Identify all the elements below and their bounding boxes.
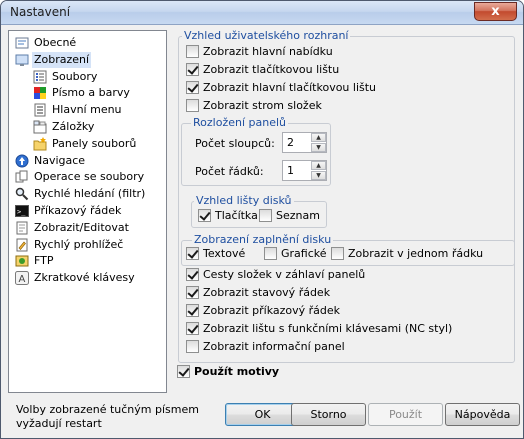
ui-option-checkbox-3-box[interactable]	[186, 99, 199, 112]
tree-item-label: Panely souborů	[52, 136, 137, 150]
settings-icon	[15, 36, 29, 50]
misc-option-checkbox-1-label: Zobrazit stavový řádek	[203, 286, 331, 299]
ftp-icon	[15, 254, 29, 268]
dialog-client-area: Obecné Zobrazení Soubory Písmo a barvy Hlavn…	[1, 26, 523, 438]
display-icon	[15, 53, 29, 67]
ui-option-checkbox-0-box[interactable]	[186, 45, 199, 58]
use-themes-box[interactable]	[177, 365, 190, 378]
disk-usage-checkbox-0-box[interactable]	[186, 247, 199, 260]
tree-item-label: Zkratkové klávesy	[34, 271, 135, 285]
tree-item-label: Záložky	[52, 120, 95, 133]
menu-icon	[33, 103, 47, 117]
columns-down-arrow-icon[interactable]: ▼	[311, 143, 326, 152]
rows-label: Počet řádků:	[195, 165, 264, 178]
colors-icon	[33, 86, 47, 100]
drive-bar-checkbox-0-box[interactable]	[198, 209, 211, 222]
tree-item-label: Písmo a barvy	[52, 86, 130, 100]
ui-option-checkbox-1-box[interactable]	[186, 63, 199, 76]
tree-item-label: Zobrazit/Editovat	[34, 220, 129, 234]
close-button[interactable]: x	[474, 2, 517, 21]
misc-option-checkbox-2-label: Zobrazit příkazový řádek	[203, 304, 341, 317]
columns-up-arrow-icon[interactable]: ▲	[311, 133, 326, 142]
ui-appearance-legend: Vzhled uživatelského rozhraní	[182, 29, 351, 42]
misc-option-checkbox-4-label: Zobrazit informační panel	[203, 340, 345, 353]
disk-usage-checkbox-0-label: Textové	[203, 247, 246, 260]
tree-item-label: FTP	[34, 254, 54, 268]
file-operations-icon	[15, 170, 29, 184]
columns-spinner[interactable]: 2 ▲ ▼	[282, 132, 327, 153]
tabs-icon	[33, 120, 47, 134]
quick-view-icon	[15, 238, 29, 252]
drive-bar-legend: Vzhled lišty disků	[194, 194, 294, 207]
misc-option-checkbox-3-box[interactable]	[186, 322, 199, 335]
svg-text:>_: >_	[17, 208, 26, 216]
drive-bar-checkbox-0-label: Tlačítka	[215, 209, 258, 222]
title-bar: Nastavení x	[1, 1, 523, 25]
disk-usage-checkbox-1-box[interactable]	[264, 247, 277, 260]
misc-option-checkbox-3-label: Zobrazit lištu s funkčními klávesami (NC…	[203, 322, 453, 335]
folder-star-icon	[33, 136, 47, 151]
hotkeys-icon: A	[15, 271, 29, 286]
category-tree[interactable]: Obecné Zobrazení Soubory Písmo a barvy Hlavn…	[8, 30, 167, 393]
rows-down-arrow-icon[interactable]: ▼	[311, 171, 326, 180]
tree-item-label: Rychlý prohlížeč	[34, 237, 124, 251]
tree-item-label: Příkazový řádek	[34, 204, 122, 217]
misc-option-checkbox-2-box[interactable]	[186, 304, 199, 317]
tree-item-label: Zobrazení	[32, 51, 92, 68]
cancel-button[interactable]: Storno	[291, 403, 366, 426]
misc-option-checkbox-4-box[interactable]	[186, 340, 199, 353]
settings-dialog: Nastavení x Obecné Zobrazení Soubory Písmo …	[0, 0, 524, 439]
disk-usage-checkbox-2-box[interactable]	[331, 247, 344, 260]
command-line-icon: >_	[15, 204, 29, 218]
ui-option-checkbox-2-label: Zobrazit hlavní tlačítkovou lištu	[203, 81, 377, 94]
use-themes-label: Použít motivy	[194, 365, 280, 378]
restart-note: Volby zobrazené tučným písmem vyžadují r…	[16, 403, 199, 430]
help-button[interactable]: Nápověda	[445, 403, 520, 426]
ok-button[interactable]: OK	[225, 403, 300, 426]
search-icon	[15, 187, 29, 201]
columns-label: Počet sloupců:	[195, 137, 275, 150]
apply-button[interactable]: Použít	[368, 403, 443, 426]
ui-option-checkbox-3-label: Zobrazit strom složek	[203, 99, 322, 112]
misc-option-checkbox-0-box[interactable]	[186, 268, 199, 281]
window-title: Nastavení	[10, 5, 71, 19]
disk-usage-checkbox-1-label: Grafické	[281, 247, 327, 260]
rows-spinner[interactable]: 1 ▲ ▼	[282, 160, 327, 181]
list-icon	[33, 70, 47, 84]
drive-bar-checkbox-1-box[interactable]	[259, 209, 272, 222]
disk-usage-checkbox-2-label: Zobrazit v jednom řádku	[348, 247, 484, 260]
tree-item-label: Operace se soubory	[34, 170, 145, 184]
panel-layout-legend: Rozložení panelů	[191, 116, 288, 129]
rows-up-arrow-icon[interactable]: ▲	[311, 161, 326, 170]
tree-item-label: Obecné	[34, 36, 77, 49]
disk-usage-legend: Zobrazení zaplnění disku	[192, 233, 334, 246]
columns-value: 2	[287, 136, 294, 149]
ui-option-checkbox-1-label: Zobrazit tlačítkovou lištu	[203, 63, 340, 76]
drive-bar-checkbox-1-label: Seznam	[276, 209, 320, 222]
misc-option-checkbox-1-box[interactable]	[186, 286, 199, 299]
navigation-icon	[15, 154, 29, 168]
tree-item-label: Rychlé hledání (filtr)	[34, 187, 146, 201]
misc-option-checkbox-0-label: Cesty složek v záhlaví panelů	[203, 268, 366, 281]
svg-text:A: A	[19, 274, 26, 285]
tree-item-label: Hlavní menu	[52, 103, 122, 117]
rows-value: 1	[287, 164, 294, 177]
tree-item-label: Soubory	[52, 69, 98, 83]
ui-option-checkbox-0-label: Zobrazit hlavní nabídku	[203, 45, 333, 58]
view-edit-icon	[15, 221, 29, 235]
ui-option-checkbox-2-box[interactable]	[186, 81, 199, 94]
tree-item-label: Navigace	[34, 153, 86, 167]
